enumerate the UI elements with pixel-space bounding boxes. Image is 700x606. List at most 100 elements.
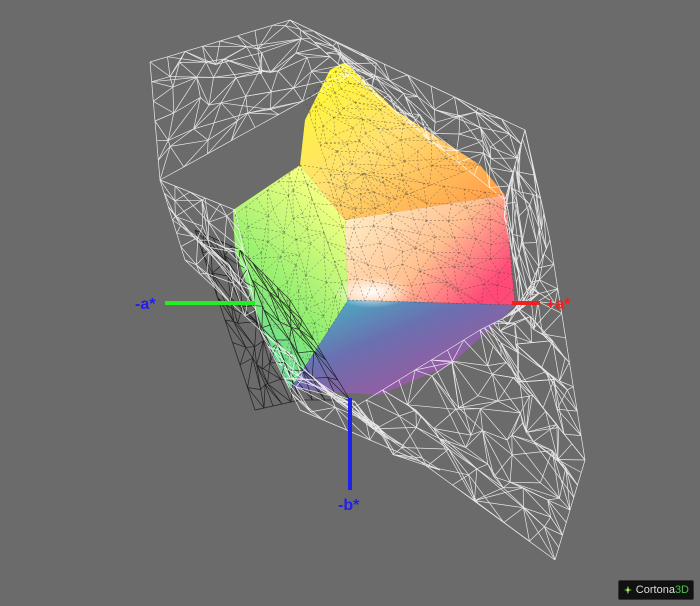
wireframe-edge xyxy=(458,133,484,142)
wireframe-edge xyxy=(477,374,493,396)
wireframe-edge xyxy=(518,236,523,254)
wireframe-edge xyxy=(153,100,174,114)
wireframe-edge xyxy=(307,56,331,58)
wireframe-edge xyxy=(433,409,457,429)
3d-viewport[interactable]: -a* +a* -b* Cortona3D xyxy=(0,0,700,606)
wireframe-edge xyxy=(277,70,294,89)
wireframe-edge xyxy=(477,503,505,523)
wireframe-edge xyxy=(492,373,514,378)
wireframe-edge xyxy=(295,38,302,54)
wireframe-edge xyxy=(267,383,283,405)
wireframe-edge xyxy=(167,56,171,77)
wireframe-edge xyxy=(232,342,241,366)
wireframe-edge xyxy=(480,408,521,414)
wireframe-edge xyxy=(254,30,259,50)
wireframe-edge xyxy=(557,459,586,461)
gamut-scene[interactable]: -a* +a* -b* xyxy=(0,0,700,606)
wireframe-edge xyxy=(151,81,154,102)
wireframe-edge xyxy=(502,481,511,488)
wireframe-edge xyxy=(263,405,274,409)
wireframe-edge xyxy=(277,52,297,72)
wireframe-edge xyxy=(254,114,279,128)
wireframe-edge xyxy=(261,362,271,370)
wireframe-edge xyxy=(179,62,197,78)
wireframe-edge xyxy=(325,52,341,55)
wireframe-edge xyxy=(509,454,513,483)
wireframe-edge xyxy=(456,133,460,151)
wireframe-edge xyxy=(153,86,174,102)
wireframe-edge xyxy=(270,109,279,115)
wireframe-edge xyxy=(176,225,181,234)
wireframe-edge xyxy=(154,112,174,122)
wireframe-edge xyxy=(383,63,408,76)
wireframe-edge xyxy=(207,140,232,155)
wireframe-edge xyxy=(529,541,556,561)
wireframe-edge xyxy=(482,430,513,456)
wireframe-edge xyxy=(435,115,460,123)
wireframe-edge xyxy=(385,433,405,447)
wireframe-edge xyxy=(196,61,207,78)
wireframe-edge xyxy=(557,443,573,460)
wireframe-edge xyxy=(325,50,338,54)
wireframe-edge xyxy=(170,139,209,147)
wireframe-edge xyxy=(241,305,254,308)
wireframe-edge xyxy=(220,102,271,110)
wireframe-edge xyxy=(208,215,227,223)
wireframe-edge xyxy=(399,415,417,428)
wireframe-edge xyxy=(459,111,476,116)
wireframe-edge xyxy=(554,547,560,561)
wireframe-edge xyxy=(558,534,563,548)
wireframe-edge xyxy=(521,204,531,244)
wireframe-edge xyxy=(531,288,558,296)
wireframe-edge xyxy=(330,395,379,427)
wireframe-edge xyxy=(199,273,207,275)
wireframe-edge xyxy=(529,194,534,205)
wireframe-edge xyxy=(430,85,455,98)
wireframe-edge xyxy=(314,85,321,91)
wireframe-edge xyxy=(532,394,558,425)
wireframe-edge xyxy=(559,362,570,382)
wireframe-edge xyxy=(532,194,540,228)
wireframe-edge xyxy=(476,463,488,470)
wireframe-edge xyxy=(247,357,254,388)
wireframe-edge xyxy=(509,481,524,489)
wireframe-edge xyxy=(301,30,315,43)
wireframe-edge xyxy=(172,219,178,234)
wireframe-edge xyxy=(465,430,483,448)
cortona3d-badge[interactable]: Cortona3D xyxy=(618,580,694,600)
wireframe-edge xyxy=(510,481,541,484)
wireframe-edge xyxy=(254,407,265,411)
wireframe-edge xyxy=(247,387,256,411)
wireframe-edge xyxy=(215,52,262,65)
wireframe-edge xyxy=(207,140,209,154)
wireframe-edge xyxy=(149,56,168,63)
wireframe-edge xyxy=(304,99,311,116)
wireframe-edge xyxy=(480,408,508,441)
wireframe-edge xyxy=(558,427,573,445)
wireframe-edge xyxy=(565,509,571,523)
wireframe-edge xyxy=(196,77,210,106)
wireframe-edge xyxy=(215,40,221,65)
wireframe-edge xyxy=(541,340,553,369)
wireframe-edge xyxy=(270,70,279,92)
wireframe-edge xyxy=(577,472,582,486)
wireframe-edge xyxy=(149,61,171,77)
wireframe-edge xyxy=(523,487,548,501)
wireframe-edge xyxy=(237,30,256,37)
wireframe-edge xyxy=(223,58,271,73)
wireframe-edge xyxy=(205,61,214,78)
wireframe-edge xyxy=(452,360,493,375)
wireframe-edge xyxy=(159,179,165,194)
wireframe-edge xyxy=(541,212,545,229)
wireframe-edge xyxy=(479,127,491,148)
wireframe-edge xyxy=(458,127,481,135)
wireframe-edge xyxy=(475,107,479,113)
wireframe-edge xyxy=(515,340,553,345)
wireframe-edge xyxy=(421,457,441,471)
wireframe-edge xyxy=(252,346,255,358)
wireframe-edge xyxy=(223,58,262,74)
wireframe-edge xyxy=(260,384,266,390)
wireframe-edge xyxy=(521,242,537,244)
wireframe-edge xyxy=(151,81,173,88)
wireframe-edge xyxy=(184,259,201,275)
